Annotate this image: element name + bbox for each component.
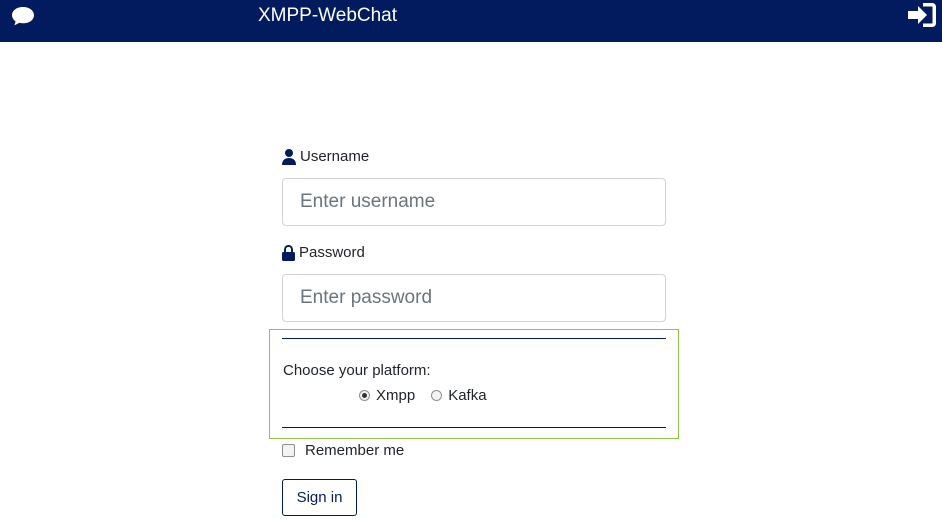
sign-in-button[interactable]: Sign in [282,479,357,516]
app-title: XMPP-WebChat [258,5,398,26]
remember-me-row: Remember me [282,442,404,459]
username-input[interactable] [282,178,666,226]
platform-selector: Choose your platform: Xmpp Kafka [269,329,679,439]
radio-kafka[interactable] [431,390,443,401]
lock-icon [282,244,295,261]
password-label-row: Password [282,244,365,261]
top-navbar: XMPP-WebChat [0,0,942,42]
remember-me-label[interactable]: Remember me [305,442,404,459]
platform-prompt: Choose your platform: [283,362,431,379]
platform-divider-bottom [282,427,666,428]
username-label: Username [300,148,370,165]
username-label-row: Username [282,148,369,165]
sign-in-icon[interactable] [906,1,938,29]
user-icon [282,148,296,165]
radio-xmpp[interactable] [359,390,370,401]
platform-options: Xmpp Kafka [359,387,503,404]
chat-bubble-icon[interactable] [11,5,35,27]
password-label: Password [299,244,365,261]
platform-divider-top [282,338,666,339]
radio-xmpp-label[interactable]: Xmpp [376,387,415,404]
radio-kafka-label[interactable]: Kafka [448,387,486,404]
password-input[interactable] [282,274,666,322]
remember-me-checkbox[interactable] [282,444,295,457]
